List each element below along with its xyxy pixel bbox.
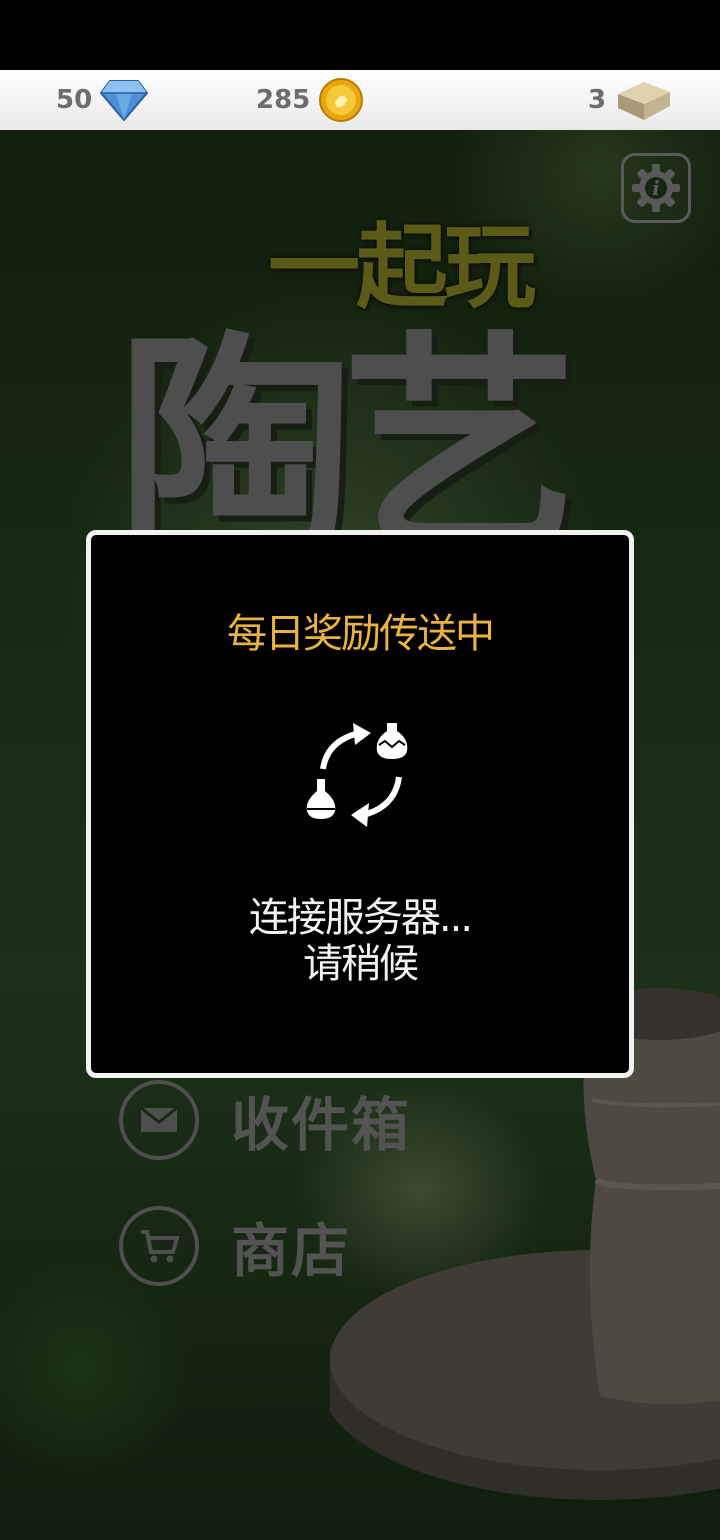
status-bar: [0, 0, 720, 70]
gems-value: 50: [56, 85, 93, 115]
clay-counter[interactable]: 3: [588, 70, 672, 130]
clay-block-icon: [618, 82, 671, 120]
daily-reward-dialog: 每日奖励传送中 连接服务器... 请稍候: [86, 530, 634, 1078]
clay-value: 3: [588, 85, 607, 115]
dialog-message: 连接服务器... 请稍候: [91, 895, 629, 987]
diamond-icon: [100, 80, 149, 121]
dialog-message-line1: 连接服务器...: [248, 895, 473, 941]
coin-icon: [319, 78, 364, 122]
gems-counter[interactable]: 50: [56, 70, 149, 130]
dialog-title: 每日奖励传送中: [227, 611, 495, 657]
dialog-message-line2: 请稍候: [303, 941, 419, 987]
sync-vases-icon: [306, 723, 408, 827]
currency-bar: 50 285 3: [0, 70, 720, 131]
coins-value: 285: [256, 85, 311, 115]
coins-counter[interactable]: 285: [256, 70, 364, 130]
